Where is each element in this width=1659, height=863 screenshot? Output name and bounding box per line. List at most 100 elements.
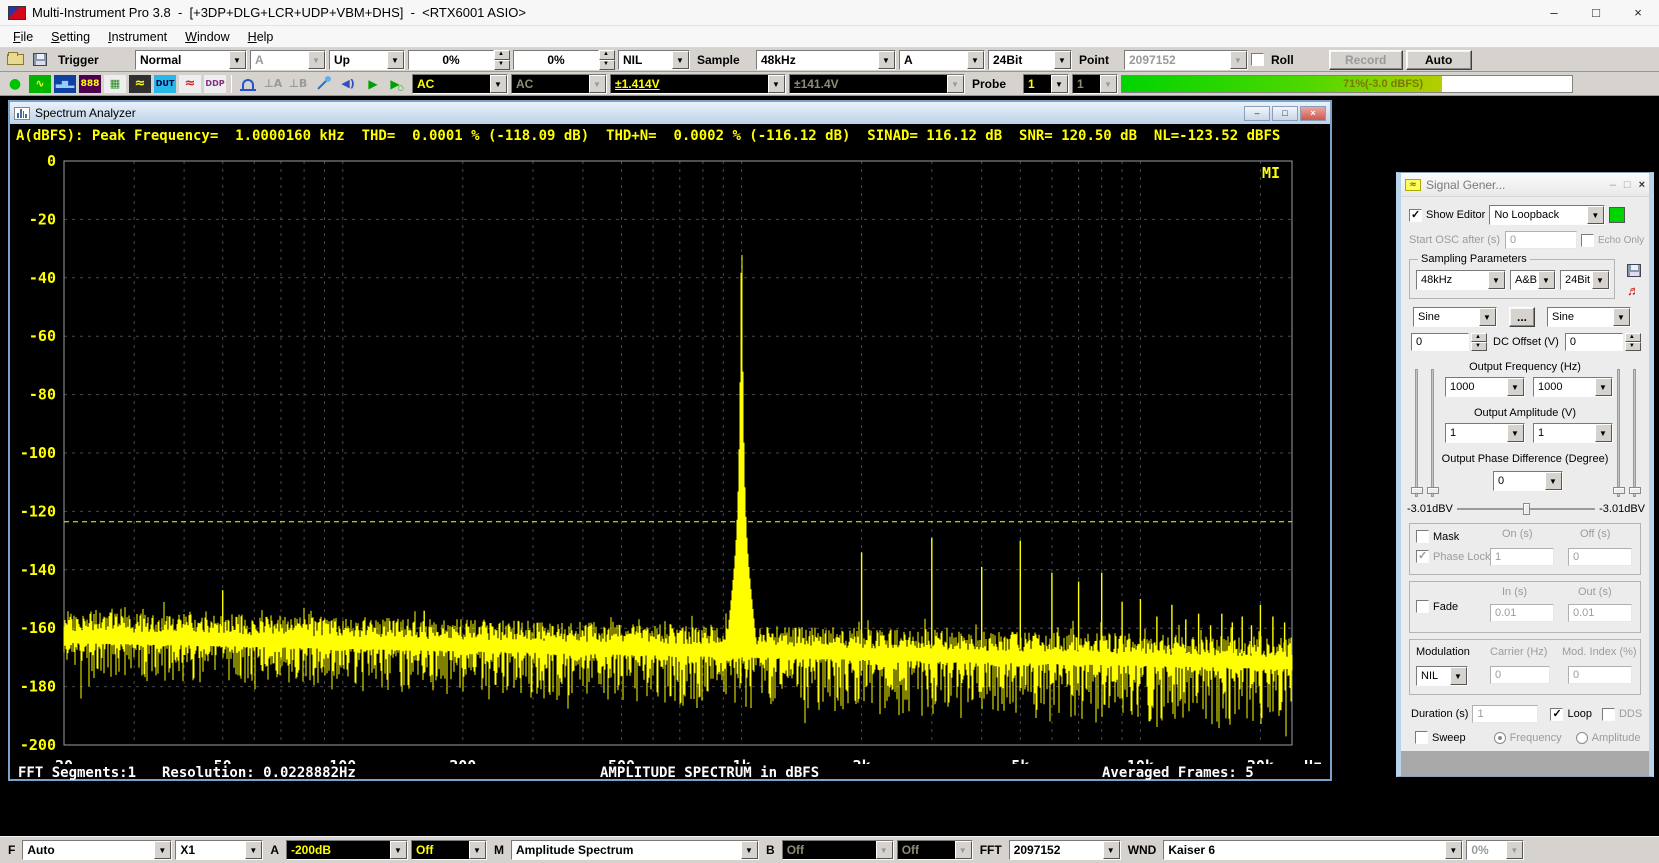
trigger-level-input[interactable]: 0% (408, 50, 494, 70)
loop-checkbox[interactable] (1550, 708, 1563, 721)
range-a-combo[interactable]: ±1.414V (610, 74, 786, 94)
dc-offset-b-spinner[interactable] (1625, 333, 1641, 351)
frequency-axis-combo[interactable]: Auto (22, 840, 172, 860)
trigger-level-spinner[interactable] (494, 50, 510, 70)
x-tick-label: 20 (55, 757, 73, 764)
auto-button[interactable]: Auto (1406, 50, 1472, 70)
ddp-viewer-icon[interactable]: DDP (204, 75, 226, 93)
spectrum-close-button[interactable]: × (1300, 106, 1326, 121)
amplitude-a-combo[interactable]: 1 (1445, 423, 1525, 443)
probe-label: Probe (968, 77, 1020, 91)
sg-channels-combo[interactable]: A&B (1510, 270, 1556, 290)
sg-close-button[interactable]: × (1639, 179, 1645, 191)
trigger-delay-spinner[interactable] (599, 50, 615, 70)
spectrum-3d-plot-icon[interactable]: ▦ (104, 75, 126, 93)
modulation-type-combo[interactable]: NIL (1416, 666, 1468, 686)
fade-checkbox[interactable] (1416, 600, 1429, 613)
trigger-nil-combo[interactable]: NIL (618, 50, 690, 70)
trigger-edge-combo[interactable]: Up (329, 50, 405, 70)
window-function-combo[interactable]: Kaiser 6 (1163, 840, 1463, 860)
play-icon[interactable]: ▶ (362, 75, 384, 93)
sg-maximize-button[interactable]: □ (1624, 179, 1631, 191)
trigger-mode-combo[interactable]: Normal (135, 50, 247, 70)
sg-music-icon[interactable]: ♬ (1627, 283, 1640, 298)
more-waveform-button[interactable]: ... (1509, 307, 1535, 327)
range-a-display-combo[interactable]: -200dB (286, 840, 408, 860)
level-slider-a2[interactable] (1431, 369, 1434, 497)
menu-file[interactable]: File (6, 28, 40, 46)
x-tick-label: 500 (608, 757, 635, 764)
menu-instrument[interactable]: Instrument (101, 28, 174, 46)
menu-window[interactable]: Window (178, 28, 236, 46)
averaged-frames-text: Averaged Frames: 5 (1102, 765, 1254, 781)
maximize-button[interactable]: □ (1575, 1, 1617, 25)
sample-channel-combo[interactable]: A (899, 50, 985, 70)
oscilloscope-icon[interactable]: ∿ (29, 75, 51, 93)
trigger-delay-input[interactable]: 0% (513, 50, 599, 70)
close-button[interactable]: × (1617, 1, 1659, 25)
play-loop-icon[interactable]: ▶ (387, 75, 409, 93)
sg-save-icon[interactable] (1623, 261, 1645, 279)
coupling-b-combo: AC (511, 74, 607, 94)
mask-checkbox[interactable] (1416, 530, 1429, 543)
dc-offset-a-spinner[interactable] (1471, 333, 1487, 351)
amplitude-b-combo[interactable]: 1 (1533, 423, 1613, 443)
measurement-status-line: A(dBFS): Peak Frequency= 1.0000160 kHz T… (16, 128, 1280, 144)
sg-sample-rate-combo[interactable]: 48kHz (1416, 270, 1506, 290)
sample-bits-combo[interactable]: 24Bit (988, 50, 1072, 70)
waveform-a-combo[interactable]: Sine (1413, 307, 1497, 327)
zoom-combo[interactable]: X1 (175, 840, 263, 860)
calibration-icon[interactable] (312, 75, 334, 93)
waveform-b-combo[interactable]: Sine (1547, 307, 1631, 327)
sg-bits-combo[interactable]: 24Bit (1560, 270, 1610, 290)
dc-offset-a-input[interactable]: 0 (1411, 333, 1469, 351)
spectrum-window-titlebar[interactable]: Spectrum Analyzer – □ × (10, 102, 1330, 124)
balance-slider[interactable] (1457, 508, 1595, 510)
level-slider-a1[interactable] (1415, 369, 1418, 497)
spectrum-maximize-button[interactable]: □ (1272, 106, 1298, 121)
y-tick-label: -60 (29, 327, 56, 345)
derived-data-curves-icon[interactable]: ≈ (179, 75, 201, 93)
sweep-checkbox[interactable] (1415, 731, 1428, 744)
signal-generator-icon[interactable]: ≈ (129, 75, 151, 93)
y-tick-label: -200 (20, 736, 56, 754)
dc-offset-b-input[interactable]: 0 (1565, 333, 1623, 351)
alarm-icon[interactable] (237, 75, 259, 93)
show-editor-checkbox[interactable] (1409, 209, 1422, 222)
level-slider-b2[interactable] (1633, 369, 1636, 497)
device-test-plan-icon[interactable]: DUT (154, 75, 176, 93)
signal-generator-titlebar[interactable]: ≈ Signal Gener... – □ × (1401, 173, 1649, 197)
save-file-icon[interactable] (29, 51, 51, 69)
sample-rate-combo[interactable]: 48kHz (756, 50, 896, 70)
phase-combo[interactable]: 0 (1493, 471, 1563, 491)
offset-b-display-combo: Off (897, 840, 973, 860)
loopback-combo[interactable]: No Loopback (1489, 205, 1605, 225)
menu-help[interactable]: Help (241, 28, 281, 46)
phase-lock-checkbox (1416, 550, 1429, 563)
roll-label: Roll (1267, 53, 1298, 67)
coupling-a-combo[interactable]: AC (412, 74, 508, 94)
y-tick-label: -100 (20, 444, 56, 462)
level-slider-b1[interactable] (1617, 369, 1620, 497)
minimize-button[interactable]: – (1533, 1, 1575, 25)
frequency-b-combo[interactable]: 1000 (1533, 377, 1613, 397)
offset-a-display-combo[interactable]: Off (411, 840, 487, 860)
view-mode-combo[interactable]: Amplitude Spectrum (511, 840, 759, 860)
fft-points-combo[interactable]: 2097152 (1009, 840, 1121, 860)
duration-label: Duration (s) (1411, 708, 1468, 720)
menu-setting[interactable]: Setting (44, 28, 97, 46)
speaker-icon[interactable]: ◀) (337, 75, 359, 93)
probe-a-combo[interactable]: 1 (1023, 74, 1069, 94)
run-icon[interactable]: ● (4, 75, 26, 93)
sg-minimize-button[interactable]: – (1610, 179, 1616, 191)
spectrum-minimize-button[interactable]: – (1244, 106, 1270, 121)
roll-checkbox[interactable] (1251, 53, 1264, 66)
frequency-a-combo[interactable]: 1000 (1445, 377, 1525, 397)
generator-on-button[interactable] (1609, 207, 1625, 223)
sweep-label: Sweep (1432, 732, 1466, 744)
mod-index-label: Mod. Index (%) (1562, 646, 1637, 658)
spectrum-analyzer-icon[interactable]: ▃▆▂ (54, 75, 76, 93)
open-file-icon[interactable] (4, 51, 26, 69)
spectrum-footer: FFT Segments:1 Resolution: 0.0228882Hz A… (10, 765, 1330, 782)
multimeter-icon[interactable]: 888 (79, 75, 101, 93)
